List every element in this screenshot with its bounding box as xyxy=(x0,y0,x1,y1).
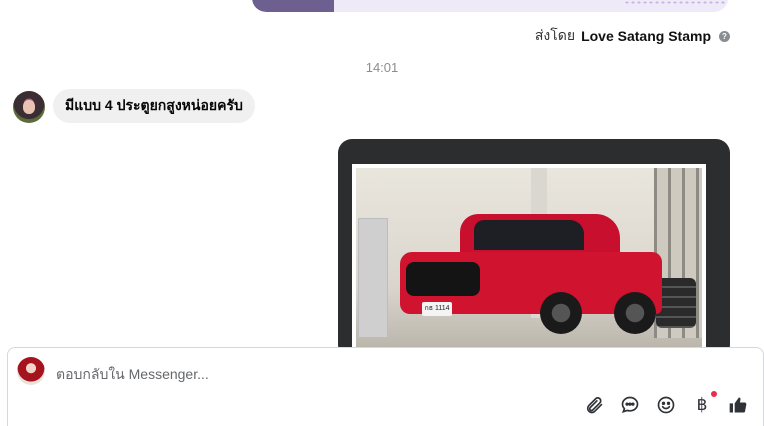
truck-window xyxy=(474,220,584,250)
red-pickup-truck: กธ 1114 xyxy=(400,214,662,334)
sent-by-label: ส่งโดย xyxy=(534,27,576,43)
incoming-message-bubble[interactable]: มีแบบ 4 ประตูยกสูงหน่อยครับ xyxy=(53,89,255,123)
garage-door xyxy=(358,218,388,338)
truck-grille xyxy=(406,262,480,296)
notification-dot xyxy=(710,390,718,398)
message-composer: ฿ xyxy=(7,347,764,426)
sent-by-line: ส่งโดย Love Satang Stamp ? xyxy=(535,25,730,47)
thumbs-up-icon[interactable] xyxy=(727,394,749,416)
message-timestamp: 14:01 xyxy=(365,60,399,75)
sticker-dots xyxy=(624,1,728,4)
license-plate: กธ 1114 xyxy=(422,302,452,316)
image-attachment[interactable]: กธ 1114 xyxy=(338,139,730,359)
previous-sticker[interactable] xyxy=(252,0,728,12)
composer-avatar xyxy=(17,357,45,385)
sticker-pack-name[interactable]: Love Satang Stamp xyxy=(581,28,711,44)
sticker-art xyxy=(252,0,334,12)
messenger-thread: ส่งโดย Love Satang Stamp ? 14:01 มีแบบ 4… xyxy=(0,0,764,426)
baht-symbol: ฿ xyxy=(696,395,708,415)
avatar-face xyxy=(23,100,35,114)
baht-icon[interactable]: ฿ xyxy=(691,390,718,416)
composer-toolbar: ฿ xyxy=(583,390,749,416)
paperclip-icon[interactable] xyxy=(583,394,605,416)
truck-photo: กธ 1114 xyxy=(352,164,706,359)
info-icon[interactable]: ? xyxy=(719,30,730,42)
tire-stack xyxy=(656,278,696,328)
reply-input[interactable] xyxy=(56,364,556,384)
front-wheel xyxy=(540,292,582,334)
rear-wheel xyxy=(614,292,656,334)
avatar[interactable] xyxy=(13,91,45,123)
chat-bubble-icon[interactable] xyxy=(619,394,641,416)
emoji-icon[interactable] xyxy=(655,394,677,416)
